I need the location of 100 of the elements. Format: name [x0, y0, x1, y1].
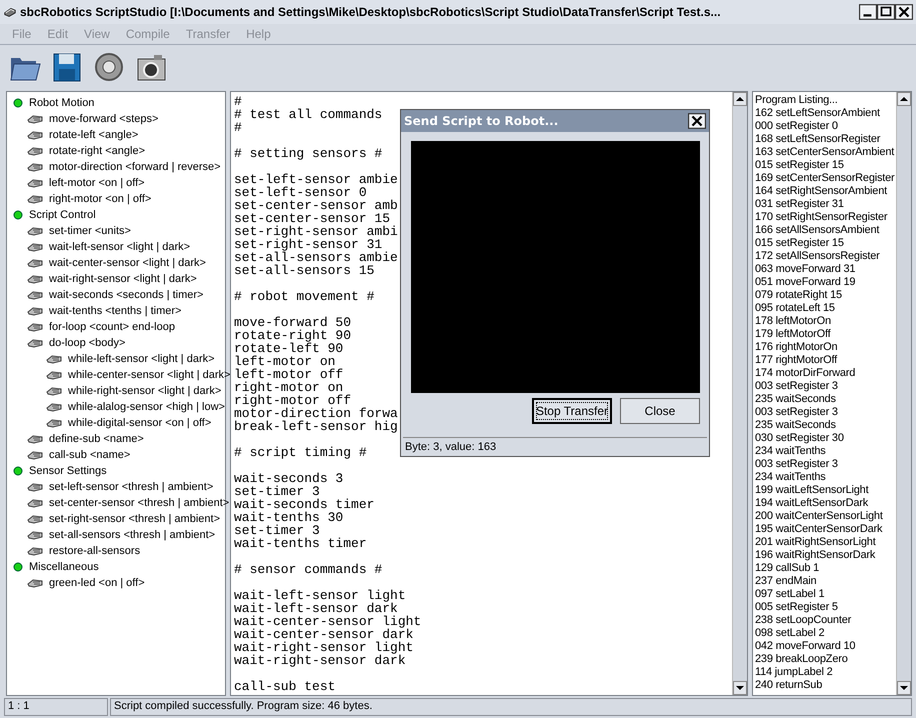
hand-icon	[27, 146, 43, 156]
listing-line: 095 rotateLeft 15	[755, 302, 836, 315]
command-item[interactable]: green-led <on | off>	[49, 577, 145, 589]
listing-line: 176 rightMotorOn	[755, 341, 838, 354]
command-item[interactable]: set-left-sensor <thresh | ambient>	[49, 481, 214, 493]
command-item[interactable]: set-timer <units>	[49, 225, 131, 237]
code-line: set-all-sensors 15	[234, 264, 374, 277]
cursor-position: 1 : 1	[4, 698, 108, 716]
listing-line: 195 waitCenterSensorDark	[755, 523, 884, 536]
command-item[interactable]: right-motor <on | off>	[49, 193, 152, 205]
code-line: wait-right-sensor light	[234, 641, 414, 654]
command-item[interactable]: while-alalog-sensor <high | low>	[68, 401, 225, 413]
listing-line: 162 setLeftSensorAmbient	[755, 107, 881, 120]
hand-icon	[27, 290, 43, 300]
code-line: wait-center-sensor light	[234, 615, 422, 628]
listing-line: 237 endMain	[755, 575, 818, 588]
code-line: set-all-sensors ambie	[234, 251, 398, 264]
listing-line: 030 setRegister 30	[755, 432, 845, 445]
hand-icon	[27, 530, 43, 540]
command-item[interactable]: while-right-sensor <light | dark>	[68, 385, 222, 397]
listing-line: 042 moveForward 10	[755, 640, 856, 653]
listing-line: 003 setRegister 3	[755, 406, 839, 419]
command-item[interactable]: left-motor <on | off>	[49, 177, 145, 189]
gear-icon[interactable]	[92, 50, 126, 84]
code-line: # sensor commands #	[234, 563, 382, 576]
scrollbar[interactable]	[896, 92, 911, 695]
listing-line: 063 moveForward 31	[755, 263, 856, 276]
command-item[interactable]: wait-center-sensor <light | dark>	[49, 257, 206, 269]
listing-line: 174 motorDirForward	[755, 367, 856, 380]
command-item[interactable]: set-center-sensor <thresh | ambient>	[49, 497, 230, 509]
listing-line: Program Listing...	[755, 94, 839, 107]
dialog-button[interactable]: Stop Transfer	[532, 398, 612, 424]
hand-icon	[27, 578, 43, 588]
category-label[interactable]: Script Control	[29, 209, 96, 221]
code-line: wait-left-sensor dark	[234, 602, 398, 615]
code-line: rotate-left 90	[234, 342, 344, 355]
code-line: set-left-sensor 0	[234, 186, 367, 199]
app-icon	[3, 5, 17, 19]
command-item[interactable]: wait-right-sensor <light | dark>	[49, 273, 197, 285]
command-item[interactable]: do-loop <body>	[49, 337, 126, 349]
command-item[interactable]: while-left-sensor <light | dark>	[68, 353, 215, 365]
listing-line: 166 setAllSensorsAmbient	[755, 224, 880, 237]
hand-icon	[27, 226, 43, 236]
code-line: set-center-sensor amb	[234, 199, 398, 212]
category-label[interactable]: Miscellaneous	[29, 561, 99, 573]
hand-icon	[27, 242, 43, 252]
code-line: wait-seconds timer	[234, 498, 374, 511]
listing-line: 003 setRegister 3	[755, 380, 839, 393]
listing-line: 178 leftMotorOn	[755, 315, 832, 328]
command-item[interactable]: wait-tenths <tenths | timer>	[49, 305, 182, 317]
close-button[interactable]	[895, 4, 913, 20]
code-line: # script timing #	[234, 446, 367, 459]
command-item[interactable]: restore-all-sensors	[49, 545, 140, 557]
code-line: # robot movement #	[234, 290, 374, 303]
command-item[interactable]: rotate-right <angle>	[49, 145, 146, 157]
command-item[interactable]: move-forward <steps>	[49, 113, 158, 125]
hand-icon	[27, 114, 43, 124]
status-dot-icon	[13, 466, 23, 476]
hand-icon	[27, 338, 43, 348]
command-item[interactable]: set-all-sensors <thresh | ambient>	[49, 529, 216, 541]
code-line: right-motor on	[234, 381, 344, 394]
command-item[interactable]: rotate-left <angle>	[49, 129, 138, 141]
category-label[interactable]: Robot Motion	[29, 97, 94, 109]
listing-line: 177 rightMotorOff	[755, 354, 838, 367]
close-button[interactable]	[688, 112, 706, 129]
command-item[interactable]: while-digital-sensor <on | off>	[68, 417, 212, 429]
listing-line: 163 setCenterSensorAmbient	[755, 146, 896, 159]
listing-line: 234 waitTenths	[755, 445, 827, 458]
category-label[interactable]: Sensor Settings	[29, 465, 107, 477]
code-line: #	[234, 95, 242, 108]
hand-icon	[27, 178, 43, 188]
hand-icon	[27, 482, 43, 492]
scrollbar[interactable]	[732, 92, 747, 695]
command-item[interactable]: set-right-sensor <thresh | ambient>	[49, 513, 220, 525]
hand-icon	[27, 434, 43, 444]
listing-line: 240 returnSub	[755, 679, 824, 692]
maximize-button[interactable]	[877, 4, 895, 20]
listing-line: 003 setRegister 3	[755, 458, 839, 471]
command-item[interactable]: wait-seconds <seconds | timer>	[49, 289, 204, 301]
code-line: # test all commands	[234, 108, 382, 121]
listing-line: 201 waitRightSensorLight	[755, 536, 877, 549]
hand-icon	[27, 274, 43, 284]
dialog-button[interactable]: Close	[620, 398, 700, 424]
command-item[interactable]: define-sub <name>	[49, 433, 144, 445]
listing-line: 196 waitRightSensorDark	[755, 549, 876, 562]
listing-line: 114 jumpLabel 2	[755, 666, 834, 679]
command-item[interactable]: motor-direction <forward | reverse>	[49, 161, 221, 173]
code-line: call-sub test	[234, 680, 336, 693]
minimize-button[interactable]	[859, 4, 877, 20]
command-item[interactable]: call-sub <name>	[49, 449, 130, 461]
command-item[interactable]: for-loop <count> end-loop	[49, 321, 175, 333]
code-line: wait-tenths 30	[234, 511, 344, 524]
listing-line: 235 waitSeconds	[755, 419, 837, 432]
listing-line: 051 moveForward 19	[755, 276, 856, 289]
window-title: sbcRobotics ScriptStudio [I:\Documents and Settings\Mike\Desktop\sbcRobotics\Script Studio\DataTransfer\Script Test.s...	[20, 5, 722, 19]
command-item[interactable]: wait-left-sensor <light | dark>	[49, 241, 190, 253]
command-item[interactable]: while-center-sensor <light | dark>	[68, 369, 230, 381]
hand-icon	[27, 450, 43, 460]
code-line: #	[234, 121, 242, 134]
code-line: wait-left-sensor light	[234, 589, 406, 602]
